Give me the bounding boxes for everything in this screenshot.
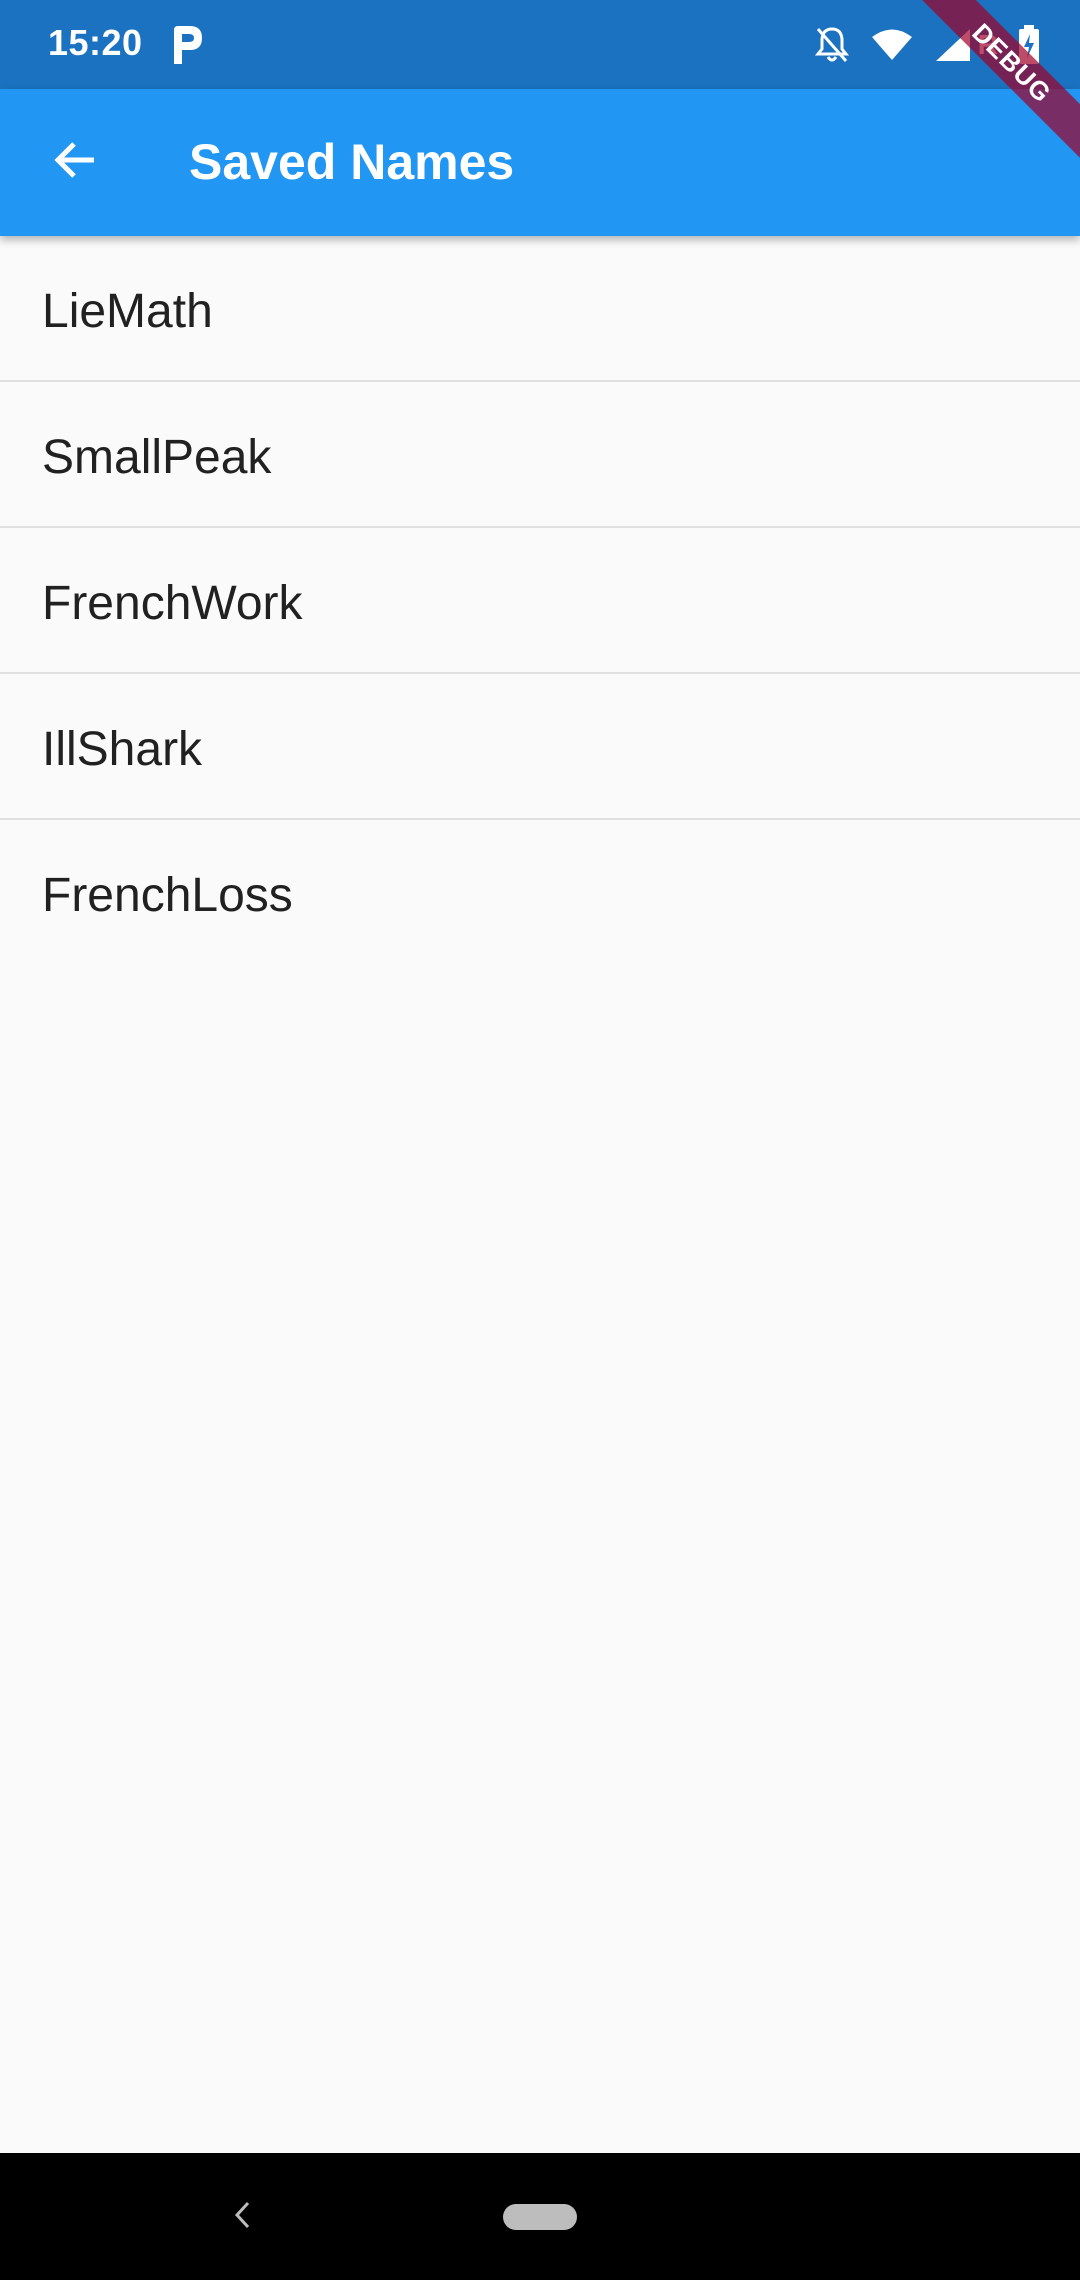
wifi-icon <box>870 28 914 62</box>
status-time: 15:20 <box>48 22 143 63</box>
list-item[interactable]: FrenchWork <box>0 528 1080 674</box>
list-item-label: FrenchLoss <box>42 869 293 922</box>
list-item[interactable]: LieMath <box>0 236 1080 382</box>
list-item[interactable]: FrenchLoss <box>0 820 1080 966</box>
saved-names-list: LieMath SmallPeak FrenchWork IllShark Fr… <box>0 236 1080 966</box>
notifications-off-icon <box>814 25 850 65</box>
list-item[interactable]: SmallPeak <box>0 382 1080 528</box>
home-pill-icon[interactable] <box>503 2204 577 2230</box>
back-button[interactable] <box>30 117 120 207</box>
status-bar: 15:20 <box>0 0 1080 89</box>
list-item-label: SmallPeak <box>42 431 272 484</box>
nav-back-button[interactable] <box>222 2193 262 2241</box>
app-bar: Saved Names <box>0 89 1080 236</box>
list-item-label: IllShark <box>42 723 203 776</box>
list-item[interactable]: IllShark <box>0 674 1080 820</box>
navigation-bar <box>0 2153 1080 2280</box>
list-item-label: LieMath <box>42 285 213 338</box>
parking-app-icon <box>168 24 206 66</box>
page-title: Saved Names <box>189 134 515 190</box>
nav-back-icon <box>232 2200 252 2235</box>
screen: 15:20 Saved Names DEBUG LieMath SmallPea… <box>0 0 1080 2280</box>
arrow-back-icon <box>52 137 98 188</box>
list-item-label: FrenchWork <box>42 577 303 630</box>
